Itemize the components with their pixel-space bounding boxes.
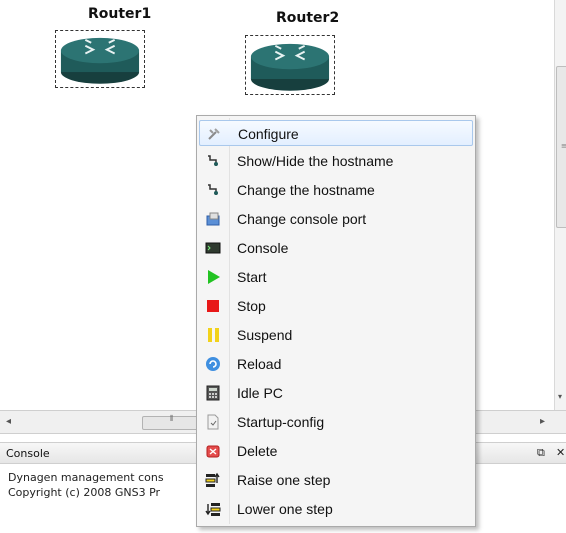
- menu-item-label: Change the hostname: [237, 182, 375, 198]
- menu-item-startup-config[interactable]: Startup-config: [199, 409, 473, 435]
- menu-item-label: Console: [237, 240, 289, 256]
- router1-label: Router1: [88, 6, 152, 22]
- float-icon[interactable]: ⧉: [537, 446, 545, 460]
- document-icon: [205, 414, 221, 430]
- wrench-icon: [206, 126, 222, 142]
- pause-icon: [205, 327, 221, 343]
- close-icon[interactable]: ✕: [556, 446, 565, 459]
- menu-item-label: Change console port: [237, 211, 367, 227]
- menu-item-change-console-port[interactable]: Change console port: [199, 206, 473, 232]
- play-icon: [205, 269, 221, 285]
- grip-icon: ⦀: [170, 414, 174, 423]
- router2-label: Router2: [276, 10, 340, 26]
- menu-item-raise-one-step[interactable]: Raise one step: [199, 467, 473, 493]
- menu-item-suspend[interactable]: Suspend: [199, 322, 473, 348]
- menu-item-idle-pc[interactable]: Idle PC: [199, 380, 473, 406]
- lower-icon: [205, 501, 221, 517]
- router-tag-icon: [205, 182, 221, 198]
- calculator-icon: [205, 385, 221, 401]
- menu-item-label: Delete: [237, 443, 278, 459]
- delete-icon: [205, 443, 221, 459]
- menu-item-label: Suspend: [237, 327, 293, 343]
- scroll-right-arrow-icon[interactable]: ▸: [540, 416, 545, 427]
- menu-item-start[interactable]: Start: [199, 264, 473, 290]
- menu-item-reload[interactable]: Reload: [199, 351, 473, 377]
- console-title-label: Console: [6, 447, 50, 460]
- scroll-down-arrow-icon[interactable]: ▾: [558, 392, 562, 401]
- menu-item-configure[interactable]: Configure: [199, 120, 473, 146]
- menu-item-label: Idle PC: [237, 385, 283, 401]
- stop-icon: [205, 298, 221, 314]
- scroll-left-arrow-icon[interactable]: ◂: [6, 416, 11, 427]
- menu-item-lower-one-step[interactable]: Lower one step: [199, 496, 473, 522]
- menu-item-change-hostname[interactable]: Change the hostname: [199, 177, 473, 203]
- router-tag-icon: [205, 153, 221, 169]
- router-context-menu: Configure Show/Hide the hostname Change …: [196, 115, 476, 527]
- menu-item-console[interactable]: Console: [199, 235, 473, 261]
- menu-item-label: Start: [237, 269, 267, 285]
- menu-item-label: Reload: [237, 356, 282, 372]
- router1-node[interactable]: [55, 30, 145, 88]
- console-port-icon: [205, 211, 221, 227]
- grip-icon: ≡: [561, 142, 566, 150]
- menu-item-delete[interactable]: Delete: [199, 438, 473, 464]
- menu-item-label: Startup-config: [237, 414, 325, 430]
- menu-item-label: Lower one step: [237, 501, 333, 517]
- raise-icon: [205, 472, 221, 488]
- menu-item-label: Configure: [238, 126, 299, 142]
- router-icon: [60, 37, 140, 84]
- menu-item-label: Stop: [237, 298, 266, 314]
- menu-item-label: Show/Hide the hostname: [237, 153, 394, 169]
- terminal-icon: [205, 240, 221, 256]
- menu-item-show-hide-hostname[interactable]: Show/Hide the hostname: [199, 148, 473, 174]
- menu-item-stop[interactable]: Stop: [199, 293, 473, 319]
- menu-item-label: Raise one step: [237, 472, 331, 488]
- reload-icon: [205, 356, 221, 372]
- router-icon: [250, 43, 330, 91]
- router2-node[interactable]: [245, 35, 335, 95]
